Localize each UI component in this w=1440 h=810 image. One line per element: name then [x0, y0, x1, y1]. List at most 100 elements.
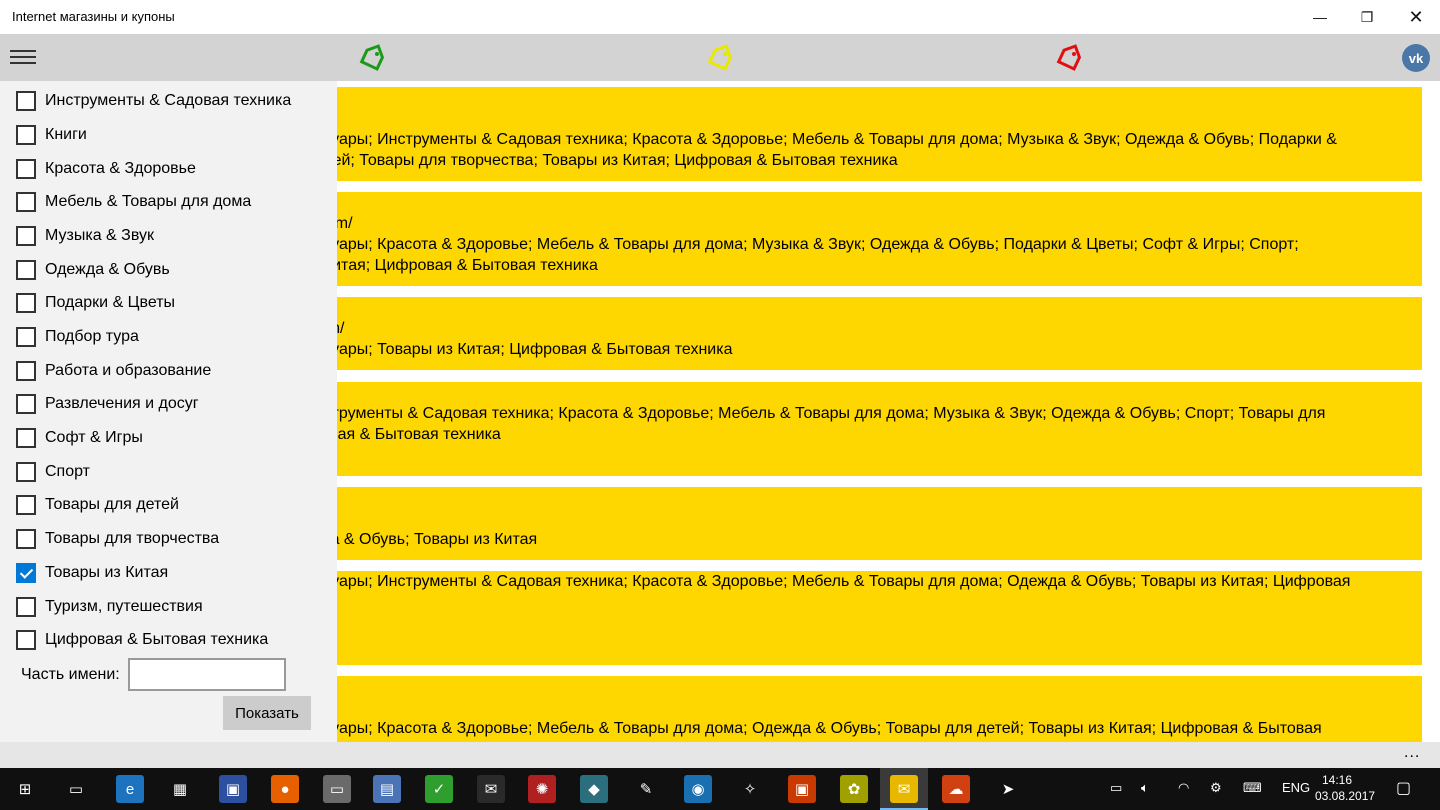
shop-card[interactable]: om/ кеты; Инструменты & Садовая техника;… [260, 382, 1422, 476]
shop-url[interactable]: om/ [260, 508, 1422, 529]
vk-icon[interactable]: vk [1402, 44, 1430, 72]
shop-url[interactable]: olicool.com/ [260, 318, 1422, 339]
checkbox-box[interactable] [16, 226, 36, 246]
filter-panel: Инструменты & Садовая техника Книги Крас… [0, 81, 337, 742]
checkbox-box[interactable] [16, 125, 36, 145]
shop-card[interactable]: NT nggood.com/ ы; Аксессуары; Красота & … [260, 192, 1422, 286]
category-checkbox[interactable]: Спорт [16, 461, 90, 483]
edge-icon[interactable]: e [116, 775, 144, 803]
shop-categories-cont: ы для детей; Товары для творчества; Това… [260, 152, 898, 169]
shop-card[interactable]: INT g.net/ ы; Аксессуары; Красота & Здор… [260, 676, 1422, 742]
category-label: Инструменты & Садовая техника [45, 92, 292, 109]
save-disk-icon[interactable]: ▣ [219, 775, 247, 803]
green-app-icon[interactable]: ✓ [425, 775, 453, 803]
volume-icon[interactable]: 🔈︎ [1141, 780, 1149, 796]
shop-name: NT [260, 87, 1422, 108]
category-checkbox[interactable]: Одежда & Обувь [16, 259, 170, 281]
wheel-app-icon[interactable]: ✺ [528, 775, 556, 803]
shop-card[interactable]: m INT olicool.com/ ы; Аксессуары; Товары… [260, 297, 1422, 370]
tag-red-icon[interactable] [1054, 43, 1084, 73]
shop-categories: ы; Аксессуары; Инструменты & Садовая тех… [260, 131, 1337, 148]
tag-yellow-icon[interactable] [705, 43, 735, 73]
clock-date: 03.08.2017 [1315, 789, 1376, 803]
computer-icon[interactable]: ▭ [323, 775, 351, 803]
clock[interactable]: 14:16 03.08.2017 [1315, 772, 1376, 804]
checkbox-checked[interactable] [16, 563, 36, 583]
shop-url[interactable]: g.net/ [260, 697, 1422, 718]
shop-card[interactable]: ы; Аксессуары; Инструменты & Садовая тех… [260, 571, 1422, 665]
checkbox-box[interactable] [16, 293, 36, 313]
start-icon[interactable]: ⊞ [11, 775, 39, 803]
keyboard-icon[interactable]: ⌨ [1243, 780, 1262, 796]
shop-url[interactable]: om/ [260, 382, 1422, 403]
wifi-icon[interactable]: ◠ [1178, 780, 1189, 796]
globe-icon[interactable]: ◉ [684, 775, 712, 803]
checkbox-box[interactable] [16, 428, 36, 448]
category-checkbox[interactable]: Красота & Здоровье [16, 158, 196, 180]
checkbox-box[interactable] [16, 394, 36, 414]
checkbox-box[interactable] [16, 462, 36, 482]
category-checkbox[interactable]: Товары для детей [16, 494, 179, 516]
send-icon[interactable]: ➤ [994, 775, 1022, 803]
mail-app-icon[interactable]: ✉ [477, 775, 505, 803]
cloud-app-icon[interactable]: ☁ [942, 775, 970, 803]
category-checkbox[interactable]: Подбор тура [16, 326, 139, 348]
notifications-icon[interactable]: ▢ [1396, 778, 1411, 798]
maximize-button[interactable]: ❐ [1344, 0, 1390, 34]
category-checkbox[interactable]: Книги [16, 124, 87, 146]
title-bar: Internet магазины и купоны — ❐ ✕ [0, 0, 1440, 34]
category-label: Цифровая & Бытовая техника [45, 631, 269, 648]
shop-url[interactable]: nggood.com/ [260, 213, 1422, 234]
more-options-icon[interactable]: ... [1404, 744, 1420, 762]
category-label: Музыка & Звук [45, 227, 154, 244]
hamburger-menu-icon[interactable] [10, 50, 38, 66]
category-checkbox[interactable]: Товары из Китая [16, 562, 168, 584]
shop-card[interactable]: NT .com/ ы; Аксессуары; Инструменты & Са… [260, 87, 1422, 181]
shop-url[interactable]: .com/ [260, 108, 1422, 129]
walker-icon[interactable]: ✧ [736, 775, 764, 803]
checkbox-box[interactable] [16, 91, 36, 111]
minimize-button[interactable]: — [1297, 0, 1343, 34]
category-checkbox[interactable]: Музыка & Звук [16, 225, 154, 247]
language-indicator[interactable]: ENG [1282, 780, 1310, 795]
show-button[interactable]: Показать [223, 696, 311, 730]
category-checkbox[interactable]: Цифровая & Бытовая техника [16, 629, 268, 651]
checkbox-box[interactable] [16, 327, 36, 347]
checkbox-box[interactable] [16, 361, 36, 381]
checkbox-box[interactable] [16, 260, 36, 280]
battery-icon[interactable]: ▭ [1110, 780, 1122, 796]
checkbox-box[interactable] [16, 529, 36, 549]
category-checkbox[interactable]: Развлечения и досуг [16, 393, 199, 415]
firefox-icon[interactable]: ● [271, 775, 299, 803]
category-checkbox[interactable]: Подарки & Цветы [16, 292, 175, 314]
shop-categories: ы; Аксессуары; Красота & Здоровье; Мебел… [260, 720, 1322, 737]
network-app-icon[interactable]: ▤ [373, 775, 401, 803]
teal-app-icon[interactable]: ◆ [580, 775, 608, 803]
tag-green-icon[interactable] [357, 43, 387, 73]
checkbox-box[interactable] [16, 630, 36, 650]
name-filter-input[interactable] [128, 658, 286, 691]
close-button[interactable]: ✕ [1393, 0, 1439, 34]
settings-tray-icon[interactable]: ⚙ [1210, 780, 1222, 796]
category-checkbox[interactable]: Софт & Игры [16, 427, 143, 449]
leaf-app-icon[interactable]: ✿ [840, 775, 868, 803]
checkbox-box[interactable] [16, 495, 36, 515]
category-label: Подбор тура [45, 328, 139, 345]
checkbox-box[interactable] [16, 192, 36, 212]
category-checkbox[interactable]: Работа и образование [16, 360, 211, 382]
checkbox-box[interactable] [16, 597, 36, 617]
category-checkbox[interactable]: Туризм, путешествия [16, 596, 203, 618]
task-view-icon[interactable]: ▭ [62, 775, 90, 803]
shop-card[interactable]: n INT om/ ы; Одежда & Обувь; Товары из К… [260, 487, 1422, 560]
category-checkbox[interactable]: Инструменты & Садовая техника [16, 90, 291, 112]
checkbox-box[interactable] [16, 159, 36, 179]
coupons-app-icon[interactable]: ✉ [890, 775, 918, 803]
window-title: Internet магазины и купоны [12, 9, 175, 24]
store-icon[interactable]: ▦ [166, 775, 194, 803]
category-checkbox[interactable]: Мебель & Товары для дома [16, 191, 251, 213]
category-label: Мебель & Товары для дома [45, 193, 252, 210]
shop-categories: ы; Аксессуары; Товары из Китая; Цифровая… [260, 341, 733, 358]
presentation-icon[interactable]: ▣ [788, 775, 816, 803]
category-checkbox[interactable]: Товары для творчества [16, 528, 219, 550]
pen-app-icon[interactable]: ✎ [632, 775, 660, 803]
